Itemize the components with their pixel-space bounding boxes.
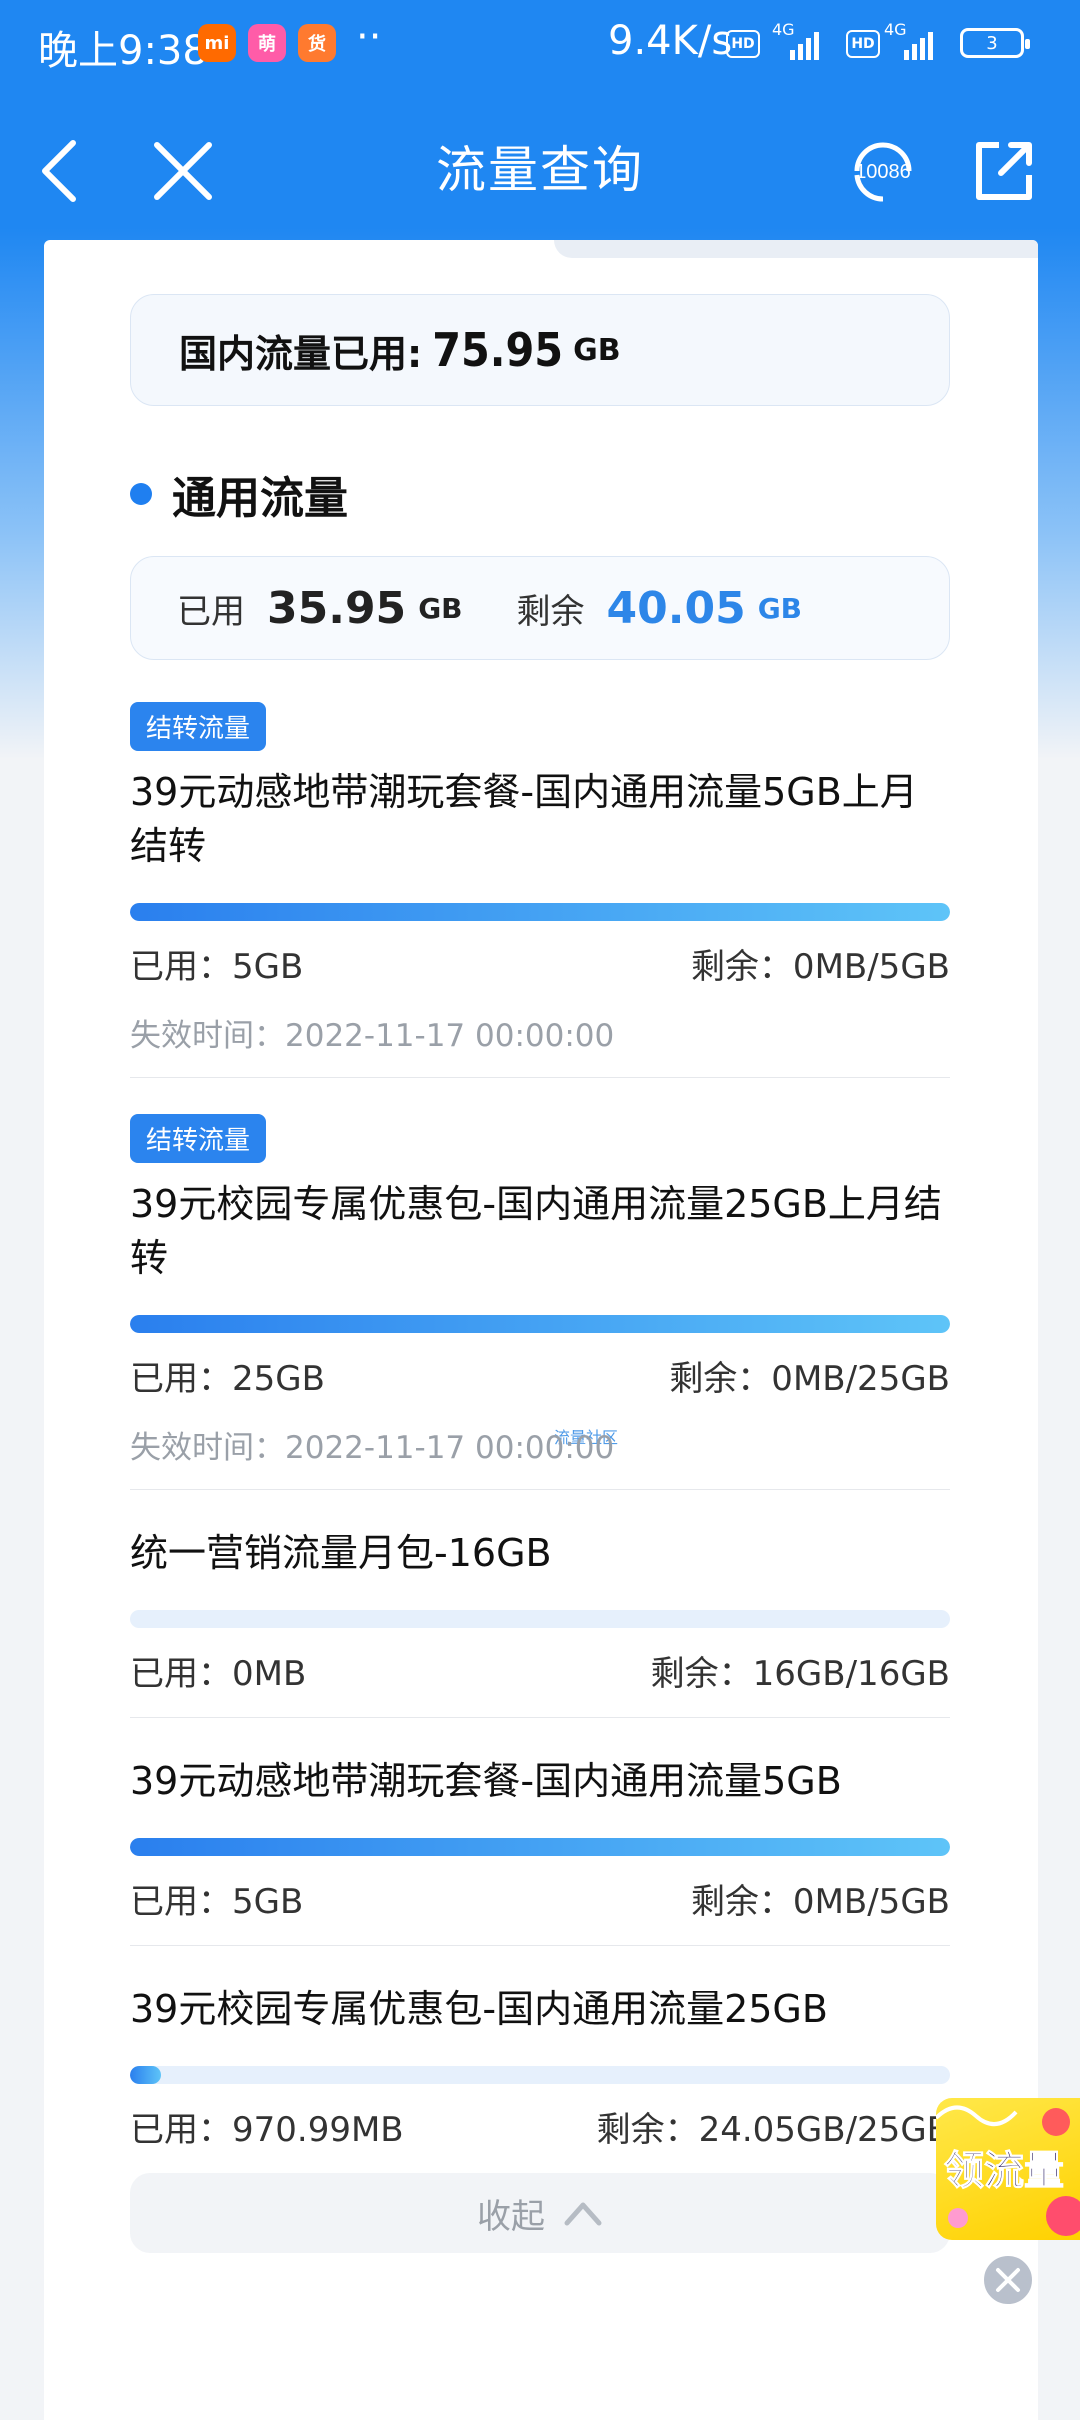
more-notifications-icon: ·· [356,14,382,60]
app-header: 流量查询 10086 [0,100,1080,240]
package-item: 39元校园专属优惠包-国内通用流量25GB 已用：970.99MB 剩余：24.0… [130,1982,950,2151]
shopping-app-icon: 货 [298,24,336,62]
package-list: 结转流量 39元动感地带潮玩套餐-国内通用流量5GB上月结转 已用：5GB 剩余：… [130,702,950,2253]
used-text: 已用：5GB [130,1882,304,1922]
domestic-usage-summary: 国内流量已用: 75.95 GB [130,294,950,406]
section-title: 通用流量 [130,462,348,526]
hd-icon: HD [726,30,760,58]
expire-time: 失效时间：2022-11-17 00:00:00 [130,1430,615,1466]
progress-bar [130,2066,950,2084]
hotline-number: 10086 [855,161,911,183]
signal-icon-2 [904,28,933,60]
carryover-badge: 结转流量 [130,1114,267,1163]
package-title: 39元动感地带潮玩套餐-国内通用流量5GB上月结转 [130,770,918,868]
remaining-text: 剩余：0MB/5GB [690,1882,950,1922]
claim-data-float-ad[interactable]: 领流量 [936,2098,1080,2240]
summary-value: 75.95 [432,323,564,377]
package-item: 39元动感地带潮玩套餐-国内通用流量5GB 已用：5GB 剩余：0MB/5GB [130,1754,950,1946]
section-bullet-icon [130,483,152,505]
package-title: 39元动感地带潮玩套餐-国内通用流量5GB [130,1759,842,1803]
package-title: 统一营销流量月包-16GB [130,1531,552,1575]
used-unit: GB [418,591,463,625]
progress-fill [130,1315,950,1333]
status-time: 晚上9:38 [38,28,208,74]
package-item: 结转流量 39元动感地带潮玩套餐-国内通用流量5GB上月结转 已用：5GB 剩余：… [130,702,950,1078]
signal-icon [790,28,819,60]
status-bar: 晚上9:38 mi 萌 货 ·· 9.4K/s HD 4G HD 4G 3 [0,0,1080,90]
summary-label: 国内流量已用: [179,331,423,376]
share-button[interactable] [958,126,1048,216]
battery-icon: 3 [960,28,1030,58]
hd-icon-2: HD [846,30,880,58]
remain-value: 40.05 [606,582,746,634]
remain-unit: GB [757,591,803,625]
network-speed: 9.4K/s [608,18,733,64]
section-title-text: 通用流量 [172,473,348,524]
used-label: 已用 [177,591,245,632]
used-value: 35.95 [267,582,407,634]
ad-text: 领流量 [944,2148,1065,2195]
used-text: 已用：970.99MB [130,2110,404,2150]
progress-bar [130,1315,950,1333]
remain-label: 剩余 [516,591,585,632]
chevron-up-icon [564,2202,602,2226]
close-ad-button[interactable] [980,2252,1036,2308]
headset-icon: 10086 [854,142,912,202]
share-icon [976,142,1032,200]
collapse-label: 收起 [477,2196,545,2237]
data-query-card: 国内流量已用: 75.95 GB 通用流量 已用 35.95 GB 剩余 40.… [44,240,1038,2420]
mi-app-icon: mi [198,24,236,62]
notification-app-icon: 萌 [248,24,286,62]
card-tab-decoration [554,240,1038,258]
expire-time: 失效时间：2022-11-17 00:00:00 [130,1018,615,1054]
progress-bar [130,1610,950,1628]
remaining-text: 剩余：24.05GB/25GB [596,2110,950,2150]
progress-fill [130,2066,162,2084]
used-text: 已用：25GB [130,1359,325,1399]
package-title: 39元校园专属优惠包-国内通用流量25GB上月结转 [130,1182,942,1280]
carryover-badge: 结转流量 [130,702,267,751]
remaining-text: 剩余：16GB/16GB [650,1654,950,1694]
package-title: 39元校园专属优惠包-国内通用流量25GB [130,1987,828,2031]
used-text: 已用：5GB [130,947,304,987]
package-item: 结转流量 39元校园专属优惠包-国内通用流量25GB上月结转 已用：25GB 剩余… [130,1114,950,1490]
general-usage-box: 已用 35.95 GB 剩余 40.05 GB [130,556,950,660]
remaining-text: 剩余：0MB/5GB [690,947,950,987]
progress-bar [130,1838,950,1856]
remaining-text: 剩余：0MB/25GB [669,1359,950,1399]
progress-fill [130,903,950,921]
close-icon [996,2268,1020,2292]
progress-bar [130,903,950,921]
used-text: 已用：0MB [130,1654,307,1694]
progress-fill [130,1838,950,1856]
customer-service-button[interactable]: 10086 [838,126,928,216]
summary-unit: GB [573,332,621,368]
collapse-button[interactable]: 收起 [130,2173,950,2253]
package-item: 统一营销流量月包-16GB 已用：0MB 剩余：16GB/16GB [130,1526,950,1718]
